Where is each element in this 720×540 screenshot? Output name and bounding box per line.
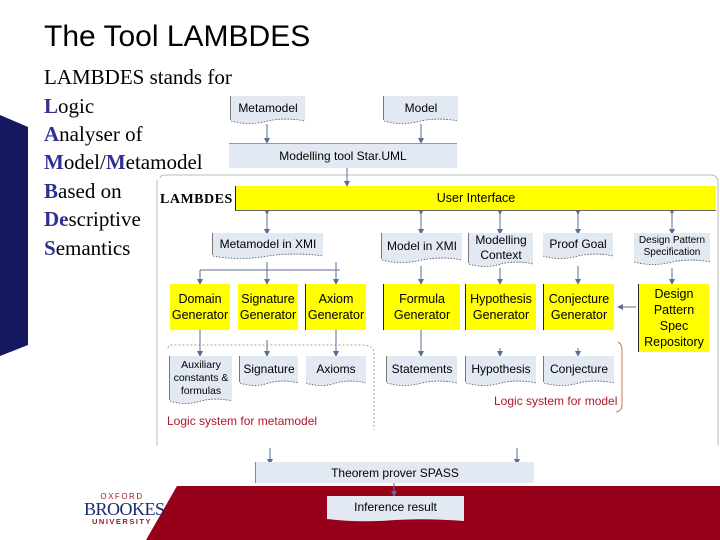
hypothesis-output-doc: Hypothesis — [465, 356, 536, 386]
wave-edge — [231, 117, 305, 124]
wave-edge — [306, 379, 366, 386]
statements-output-doc: Statements — [386, 356, 457, 386]
axioms-output-doc: Axioms — [306, 356, 366, 386]
wave-edge — [469, 260, 533, 267]
conjecture-generator-box: Conjecture Generator — [543, 284, 614, 330]
lambdes-label: LAMBDES — [160, 192, 233, 207]
inference-result-doc: Inference result — [327, 496, 464, 522]
wave-edge — [384, 117, 458, 124]
user-interface-bar: User Interface — [235, 186, 716, 211]
modelling-context-doc: Modelling Context — [468, 233, 533, 267]
axiom-generator-box: Axiom Generator — [305, 284, 366, 330]
signature-generator-box: Signature Generator — [238, 284, 298, 330]
model-xmi-doc: Model in XMI — [381, 233, 462, 263]
wave-edge — [634, 258, 710, 265]
wave-edge — [544, 379, 614, 386]
wave-edge — [240, 379, 298, 386]
hypothesis-generator-box: Hypothesis Generator — [465, 284, 536, 330]
theorem-prover-bar: Theorem prover SPASS — [255, 462, 534, 483]
wave-edge — [543, 252, 613, 259]
logic-system-model-label: Logic system for model — [494, 394, 618, 408]
modelling-tool-bar: Modelling tool Star.UML — [229, 143, 457, 168]
domain-generator-box: Domain Generator — [170, 284, 230, 330]
oxford-brookes-logo: OXFORD BROOKES UNIVERSITY — [84, 492, 165, 526]
wave-edge — [387, 379, 457, 386]
diagram-connectors — [156, 124, 719, 497]
wave-edge — [170, 397, 232, 404]
auxiliary-output-doc: Auxiliary constants & formulas — [169, 356, 232, 404]
conjecture-output-doc: Conjecture — [543, 356, 614, 386]
proof-goal-doc: Proof Goal — [543, 233, 613, 259]
design-pattern-repository-box: Design Pattern Spec Repository — [638, 284, 709, 352]
formula-generator-box: Formula Generator — [383, 284, 460, 330]
design-pattern-spec-doc: Design Pattern Specification — [634, 233, 710, 265]
logic-system-metamodel-label: Logic system for metamodel — [167, 414, 318, 428]
wave-edge — [327, 515, 464, 522]
metamodel-xmi-doc: Metamodel in XMI — [212, 233, 323, 259]
metamodel-input-doc: Metamodel — [230, 96, 305, 124]
wave-edge — [382, 256, 462, 263]
signature-output-doc: Signature — [239, 356, 298, 386]
wave-edge — [213, 252, 323, 259]
wave-edge — [466, 379, 536, 386]
model-input-doc: Model — [383, 96, 458, 124]
